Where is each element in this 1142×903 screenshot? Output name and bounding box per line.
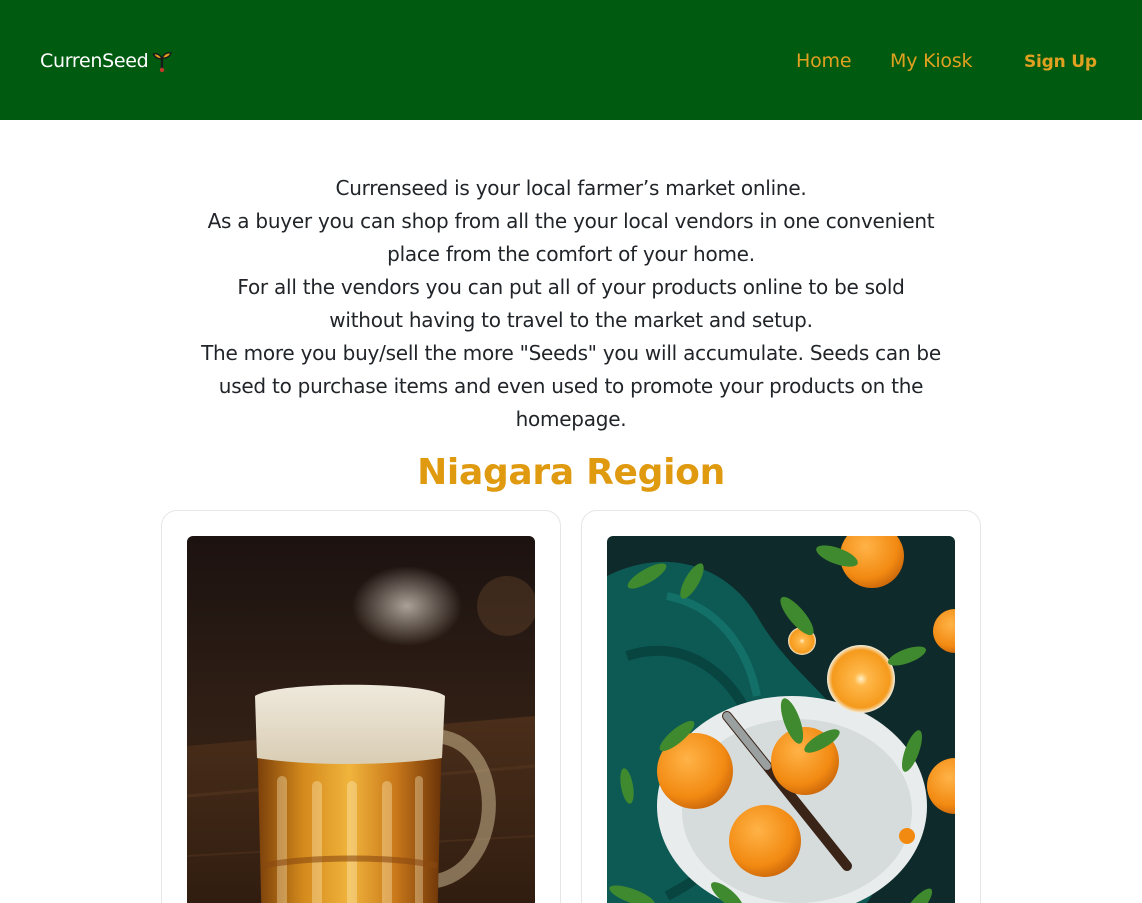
intro-line: As a buyer you can shop from all the you…	[207, 209, 935, 266]
region-title: Niagara Region	[417, 452, 725, 493]
sprout-icon	[150, 49, 174, 73]
sign-up-button[interactable]: Sign Up	[1024, 50, 1097, 74]
brand-logo[interactable]: CurrenSeed	[40, 49, 174, 73]
intro-line: The more you buy/sell the more "Seeds" y…	[201, 341, 941, 431]
product-card[interactable]	[161, 510, 561, 903]
beer-mug-photo[interactable]	[187, 536, 535, 903]
mandarin-oranges-photo[interactable]	[607, 536, 955, 903]
intro-line: Currenseed is your local farmer’s market…	[335, 176, 807, 200]
brand-name: CurrenSeed	[40, 50, 149, 72]
intro-text: Currenseed is your local farmer’s market…	[200, 172, 942, 436]
product-card[interactable]	[581, 510, 981, 903]
nav-home-link[interactable]: Home	[796, 49, 852, 73]
navbar: CurrenSeed Home My Kiosk Sign Up	[0, 0, 1142, 120]
nav-my-kiosk-link[interactable]: My Kiosk	[890, 49, 973, 73]
intro-line: For all the vendors you can put all of y…	[237, 275, 905, 332]
